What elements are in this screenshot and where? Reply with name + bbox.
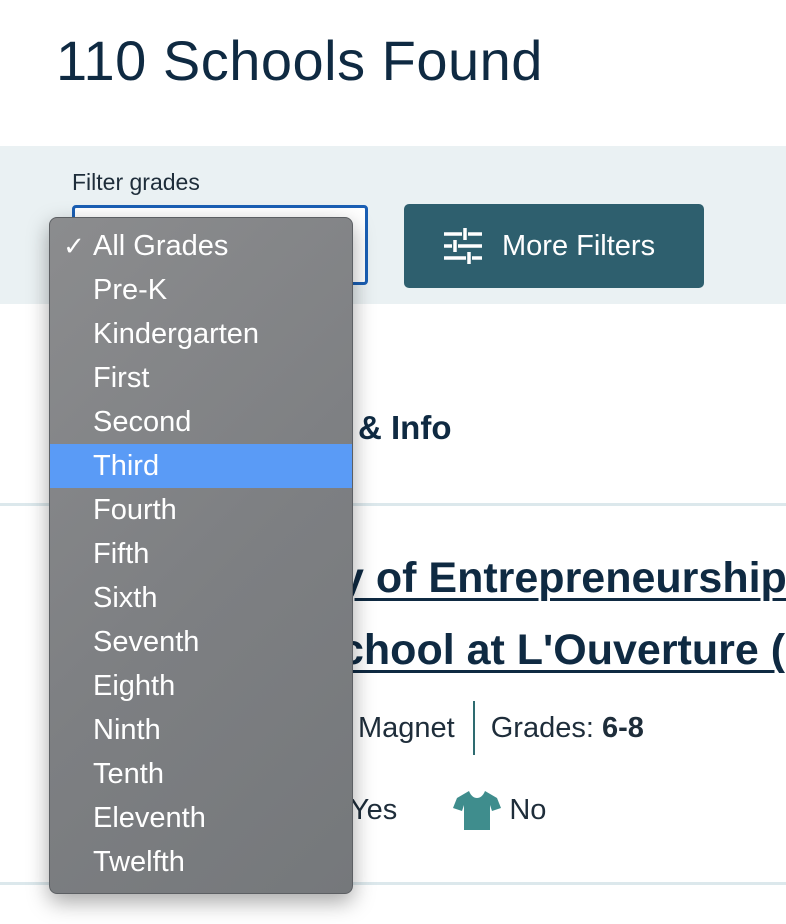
grade-option-label: Kindergarten [93, 318, 260, 350]
more-filters-label: More Filters [502, 229, 656, 262]
grade-option-label: Eleventh [93, 802, 206, 834]
grade-option-fourth[interactable]: Fourth [50, 488, 352, 532]
grade-dropdown-menu[interactable]: ✓ All Grades Pre-K Kindergarten First Se… [49, 217, 353, 894]
grade-option-label: Twelfth [93, 846, 185, 878]
grades-value: 6-8 [601, 711, 644, 744]
page-title: 110 Schools Found [56, 29, 543, 92]
section-heading: & Info [358, 409, 452, 446]
school-features: Yes No [350, 786, 546, 834]
uniform-feature: No [453, 790, 546, 830]
grade-option-label: Eighth [93, 670, 176, 702]
school-meta: Magnet Grades: 6-8 [358, 700, 644, 756]
more-filters-button[interactable]: More Filters [404, 204, 704, 288]
grade-option-label: Fifth [93, 538, 150, 570]
grade-option-tenth[interactable]: Tenth [50, 752, 352, 796]
grade-option-fifth[interactable]: Fifth [50, 532, 352, 576]
grades-label: Grades: [490, 711, 602, 744]
grade-option-twelfth[interactable]: Twelfth [50, 840, 352, 884]
grade-option-ninth[interactable]: Ninth [50, 708, 352, 752]
grade-option-kindergarten[interactable]: Kindergarten [50, 312, 352, 356]
grade-option-label: Pre-K [93, 274, 168, 306]
grade-option-label: Seventh [93, 626, 200, 658]
sliders-icon [444, 228, 482, 264]
grade-option-eleventh[interactable]: Eleventh [50, 796, 352, 840]
grade-option-sixth[interactable]: Sixth [50, 576, 352, 620]
school-name-link-line2[interactable]: chool at L'Ouverture ( [340, 622, 786, 678]
grade-option-third[interactable]: Third [50, 444, 352, 488]
grade-option-eighth[interactable]: Eighth [50, 664, 352, 708]
grade-option-label: Tenth [93, 758, 164, 790]
school-name-link[interactable]: y of Entrepreneurship [340, 550, 786, 606]
grade-option-seventh[interactable]: Seventh [50, 620, 352, 664]
grade-option-label: All Grades [93, 230, 229, 262]
grade-option-first[interactable]: First [50, 356, 352, 400]
grade-option-label: Fourth [93, 494, 177, 526]
checkmark-icon: ✓ [63, 231, 85, 261]
feature-value: Yes [350, 793, 398, 826]
shirt-icon [453, 790, 502, 830]
school-type: Magnet [358, 711, 455, 744]
grade-option-all-grades[interactable]: ✓ All Grades [50, 224, 352, 268]
grade-option-label: Third [93, 450, 160, 482]
grade-option-second[interactable]: Second [50, 400, 352, 444]
filter-grades-label: Filter grades [72, 169, 200, 195]
school-grades: Grades: 6-8 [491, 712, 644, 745]
grade-option-label: First [93, 362, 150, 394]
uniform-value: No [509, 793, 547, 826]
grade-option-label: Sixth [93, 582, 158, 614]
grade-option-pre-k[interactable]: Pre-K [50, 268, 352, 312]
meta-separator [472, 701, 475, 755]
grade-option-label: Ninth [93, 714, 161, 746]
grade-option-label: Second [93, 406, 192, 438]
